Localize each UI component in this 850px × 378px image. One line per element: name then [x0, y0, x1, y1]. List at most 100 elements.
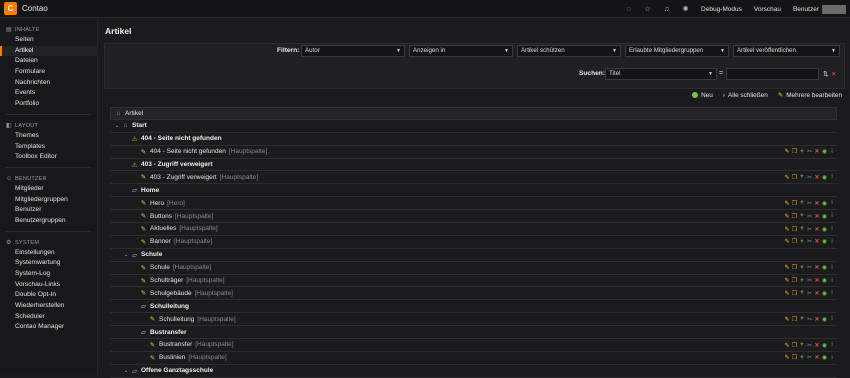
sidebar-item-seiten[interactable]: Seiten — [0, 35, 97, 46]
toggle-visibility-icon[interactable]: ◉ — [822, 316, 828, 323]
edit-icon[interactable]: ✎ — [784, 316, 790, 323]
sidebar-item-themes[interactable]: Themes — [0, 131, 97, 142]
delete-icon[interactable]: ✕ — [814, 277, 820, 284]
info-icon[interactable]: i — [829, 174, 835, 180]
page-row[interactable]: ⚠ 403 - Zugriff verweigert — [110, 159, 837, 172]
copy-icon[interactable]: ❐ — [792, 213, 798, 220]
delete-icon[interactable]: ✕ — [814, 290, 820, 297]
edit-icon[interactable]: ✎ — [784, 354, 790, 361]
info-icon[interactable]: i — [829, 149, 835, 155]
info-icon[interactable]: i — [829, 278, 835, 284]
copy-icon[interactable]: ❐ — [792, 277, 798, 284]
delete-icon[interactable]: ✕ — [814, 148, 820, 155]
article-row[interactable]: ✎ Schulleitung [Hauptspalte] ✎ ❐ + ✂ ✕ ◉ i — [110, 313, 837, 327]
user-menu-link[interactable]: Benutzer — [793, 6, 819, 13]
delete-icon[interactable]: ✕ — [814, 213, 820, 220]
info-icon[interactable]: i — [829, 226, 835, 232]
copy-icon[interactable]: ❐ — [792, 290, 798, 297]
sidebar-item-mitglieder[interactable]: Mitglieder — [0, 184, 97, 195]
sidebar-item-vorschau-links[interactable]: Vorschau-Links — [0, 280, 97, 291]
cut-icon[interactable]: ✂ — [807, 342, 813, 349]
paste-after-icon[interactable]: + — [799, 239, 805, 245]
filter-select-show-in[interactable]: Anzeigen in ▼ — [409, 45, 513, 57]
page-row[interactable]: ▱ Home — [110, 184, 837, 198]
cut-icon[interactable]: ✂ — [807, 277, 813, 284]
sidebar-item-contao-manager[interactable]: Contao Manager — [0, 322, 97, 333]
edit-icon[interactable]: ✎ — [784, 264, 790, 271]
copy-icon[interactable]: ❐ — [792, 342, 798, 349]
search-field-select[interactable]: Titel ▼ — [605, 68, 717, 80]
info-icon[interactable]: i — [829, 290, 835, 296]
sidebar-item-templates[interactable]: Templates — [0, 142, 97, 153]
article-row[interactable]: ✎ Schulgebäude [Hauptspalte] ✎ ❐ + ✂ ✕ ◉ i — [110, 287, 837, 301]
info-icon[interactable]: i — [829, 342, 835, 348]
info-icon[interactable]: i — [829, 200, 835, 206]
paste-after-icon[interactable]: + — [799, 213, 805, 219]
paste-after-icon[interactable]: + — [799, 278, 805, 284]
delete-icon[interactable]: ✕ — [814, 354, 820, 361]
user-name-redacted[interactable] — [822, 4, 846, 14]
toggle-visibility-icon[interactable]: ◉ — [822, 148, 828, 155]
color-scheme-icon[interactable]: ✺ — [676, 0, 695, 18]
info-icon[interactable]: i — [829, 316, 835, 322]
filter-select-author[interactable]: Autor ▼ — [301, 45, 405, 57]
info-icon[interactable]: i — [829, 213, 835, 219]
article-row[interactable]: ✎ Schule [Hauptspalte] ✎ ❐ + ✂ ✕ ◉ i — [110, 262, 837, 275]
paste-after-icon[interactable]: + — [799, 316, 805, 322]
edit-icon[interactable]: ✎ — [784, 148, 790, 155]
filter-select-protect[interactable]: Artikel schützen ▼ — [517, 45, 621, 57]
copy-icon[interactable]: ❐ — [792, 148, 798, 155]
toggle-visibility-icon[interactable]: ◉ — [822, 342, 828, 349]
info-icon[interactable]: i — [829, 265, 835, 271]
article-row[interactable]: ✎ 403 - Zugriff verweigert [Hauptspalte] ✎ ❐… — [110, 171, 837, 185]
delete-icon[interactable]: ✕ — [814, 200, 820, 207]
edit-icon[interactable]: ✎ — [784, 238, 790, 245]
sidebar-item-systemwartung[interactable]: Systemwartung — [0, 258, 97, 269]
sidebar-item-wiederherstellen[interactable]: Wiederherstellen — [0, 301, 97, 312]
paste-after-icon[interactable]: + — [799, 200, 805, 206]
toggle-visibility-icon[interactable]: ◉ — [822, 354, 828, 361]
edit-icon[interactable]: ✎ — [784, 226, 790, 233]
delete-icon[interactable]: ✕ — [814, 238, 820, 245]
sidebar-item-system-log[interactable]: System-Log — [0, 269, 97, 280]
toggle-visibility-icon[interactable]: ◉ — [822, 290, 828, 297]
edit-icon[interactable]: ✎ — [784, 200, 790, 207]
cut-icon[interactable]: ✂ — [807, 226, 813, 233]
delete-icon[interactable]: ✕ — [814, 226, 820, 233]
paste-after-icon[interactable]: + — [799, 342, 805, 348]
cut-icon[interactable]: ✂ — [807, 238, 813, 245]
edit-icon[interactable]: ✎ — [784, 290, 790, 297]
sidebar-item-artikel[interactable]: Artikel — [0, 45, 97, 57]
filter-select-groups[interactable]: Erlaubte Mitgliedergruppen ▼ — [625, 45, 729, 57]
paste-after-icon[interactable]: + — [799, 290, 805, 296]
page-row[interactable]: ⌄ ⌂ Start — [110, 120, 837, 133]
sidebar-group-header[interactable]: ▤ Inhalte — [0, 25, 97, 35]
info-icon[interactable]: i — [829, 355, 835, 361]
page-row[interactable]: ▱ Bustransfer — [110, 326, 837, 340]
bell-icon[interactable]: ♫ — [657, 0, 676, 18]
sidebar-item-dateien[interactable]: Dateien — [0, 56, 97, 67]
sidebar-item-benutzer[interactable]: Benutzer — [0, 205, 97, 216]
sidebar-item-benutzergruppen[interactable]: Benutzergruppen — [0, 216, 97, 227]
sidebar-group-header[interactable]: ☺ Benutzer — [0, 174, 97, 184]
sort-icon[interactable]: ⇅ — [823, 70, 828, 78]
cut-icon[interactable]: ✂ — [807, 264, 813, 271]
toggle-visibility-icon[interactable]: ◉ — [822, 238, 828, 245]
article-row[interactable]: ✎ Banner [Hauptspalte] ✎ ❐ + ✂ ✕ ◉ i — [110, 236, 837, 249]
star-icon[interactable]: ☆ — [638, 0, 657, 18]
cut-icon[interactable]: ✂ — [807, 200, 813, 207]
sidebar-item-nachrichten[interactable]: Nachrichten — [0, 78, 97, 89]
cut-icon[interactable]: ✂ — [807, 148, 813, 155]
copy-icon[interactable]: ❐ — [792, 174, 798, 181]
debug-mode-link[interactable]: Debug-Modus — [701, 6, 742, 13]
edit-icon[interactable]: ✎ — [784, 277, 790, 284]
toggle-visibility-icon[interactable]: ◉ — [822, 226, 828, 233]
tree-toggle-icon[interactable]: ⌄ — [123, 368, 129, 374]
cut-icon[interactable]: ✂ — [807, 354, 813, 361]
article-row[interactable]: ✎ Buttons [Hauptspalte] ✎ ❐ + ✂ ✕ ◉ i — [110, 210, 837, 224]
copy-icon[interactable]: ❐ — [792, 200, 798, 207]
cut-icon[interactable]: ✂ — [807, 213, 813, 220]
cut-icon[interactable]: ✂ — [807, 316, 813, 323]
paste-after-icon[interactable]: + — [799, 226, 805, 232]
info-icon[interactable]: i — [829, 239, 835, 245]
